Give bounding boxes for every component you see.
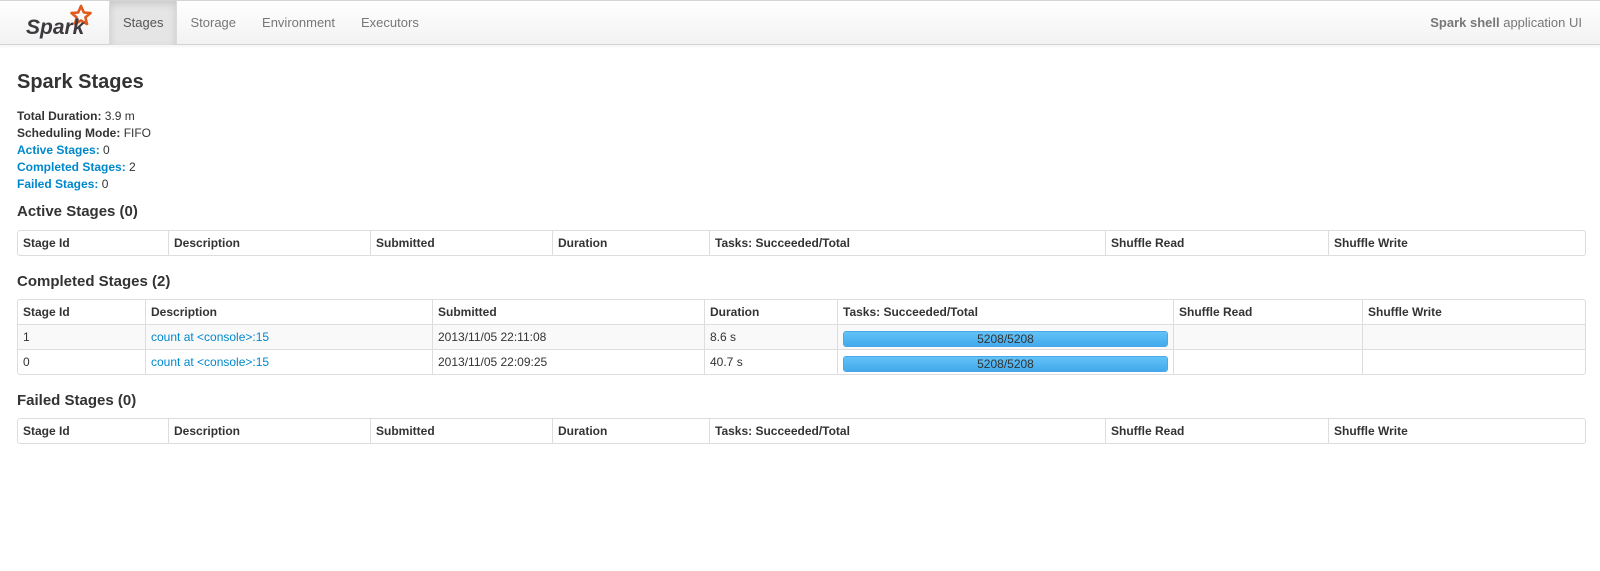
- tab-storage[interactable]: Storage: [177, 1, 249, 45]
- table-row: 1 count at <console>:15 2013/11/05 22:11…: [18, 324, 1585, 349]
- active-stages-link[interactable]: Active Stages:: [17, 143, 100, 157]
- summary-total-duration: Total Duration: 3.9 m: [17, 108, 1584, 125]
- tasks-progress-label: 5208/5208: [977, 357, 1034, 371]
- top-navbar: Spark Stages Storage Environment Executo…: [0, 0, 1600, 45]
- submitted-cell: 2013/11/05 22:11:08: [432, 324, 704, 349]
- completed-stages-link[interactable]: Completed Stages:: [17, 160, 126, 174]
- table-row: 0 count at <console>:15 2013/11/05 22:09…: [18, 349, 1585, 374]
- col-tasks[interactable]: Tasks: Succeeded/Total: [709, 419, 1105, 443]
- col-shuffle-write[interactable]: Shuffle Write: [1328, 231, 1585, 255]
- col-tasks[interactable]: Tasks: Succeeded/Total: [709, 231, 1105, 255]
- col-duration[interactable]: Duration: [552, 231, 709, 255]
- stage-id-cell: 1: [18, 324, 145, 349]
- stage-id-cell: 0: [18, 349, 145, 374]
- application-name: Spark shell application UI: [1430, 1, 1582, 45]
- duration-cell: 40.7 s: [704, 349, 837, 374]
- col-shuffle-read[interactable]: Shuffle Read: [1105, 231, 1328, 255]
- col-stage-id[interactable]: Stage Id: [18, 300, 145, 324]
- shuffle-read-cell: [1173, 324, 1362, 349]
- col-stage-id[interactable]: Stage Id: [18, 231, 168, 255]
- failed-stages-table: Stage Id Description Submitted Duration …: [17, 418, 1586, 444]
- active-stages-heading: Active Stages (0): [17, 203, 138, 220]
- stage-description-link[interactable]: count at <console>:15: [151, 330, 269, 344]
- completed-stages-heading: Completed Stages (2): [17, 273, 171, 290]
- brand-text: Spark: [26, 16, 86, 39]
- failed-table-header: Stage Id Description Submitted Duration …: [18, 419, 1585, 443]
- col-submitted[interactable]: Submitted: [370, 419, 552, 443]
- main-content: Spark Stages Total Duration: 3.9 m Sched…: [17, 45, 1586, 444]
- col-stage-id[interactable]: Stage Id: [18, 419, 168, 443]
- stage-description-link[interactable]: count at <console>:15: [151, 355, 269, 369]
- spark-logo-graphic: Spark: [26, 4, 92, 39]
- summary-list: Total Duration: 3.9 m Scheduling Mode: F…: [17, 108, 1584, 193]
- col-description[interactable]: Description: [145, 300, 432, 324]
- col-description[interactable]: Description: [168, 231, 370, 255]
- total-duration-value: 3.9 m: [104, 109, 135, 123]
- active-stages-value: 0: [103, 143, 110, 157]
- failed-stages-link[interactable]: Failed Stages:: [17, 177, 98, 191]
- failed-stages-heading: Failed Stages (0): [17, 392, 137, 409]
- scheduling-mode-value: FIFO: [123, 126, 152, 140]
- col-submitted[interactable]: Submitted: [432, 300, 704, 324]
- total-duration-label: Total Duration:: [17, 109, 102, 123]
- completed-table-header: Stage Id Description Submitted Duration …: [18, 300, 1585, 324]
- col-shuffle-write[interactable]: Shuffle Write: [1328, 419, 1585, 443]
- shuffle-write-cell: [1362, 324, 1585, 349]
- tasks-cell: 5208/5208: [837, 324, 1173, 349]
- app-name-bold: Spark shell: [1430, 15, 1500, 30]
- tab-environment[interactable]: Environment: [249, 1, 348, 45]
- tasks-progress-label: 5208/5208: [977, 332, 1034, 346]
- shuffle-write-cell: [1362, 349, 1585, 374]
- nav-tabs: Stages Storage Environment Executors: [109, 1, 432, 45]
- col-shuffle-read[interactable]: Shuffle Read: [1105, 419, 1328, 443]
- tasks-progress-bar: 5208/5208: [843, 331, 1168, 347]
- completed-stages-table: Stage Id Description Submitted Duration …: [17, 299, 1586, 375]
- submitted-cell: 2013/11/05 22:09:25: [432, 349, 704, 374]
- col-shuffle-write[interactable]: Shuffle Write: [1362, 300, 1585, 324]
- spark-logo[interactable]: Spark: [26, 3, 96, 43]
- col-duration[interactable]: Duration: [552, 419, 709, 443]
- duration-cell: 8.6 s: [704, 324, 837, 349]
- description-cell: count at <console>:15: [145, 324, 432, 349]
- tab-stages[interactable]: Stages: [109, 1, 178, 45]
- tasks-cell: 5208/5208: [837, 349, 1173, 374]
- failed-stages-value: 0: [101, 177, 109, 191]
- active-table-header: Stage Id Description Submitted Duration …: [18, 231, 1585, 255]
- col-duration[interactable]: Duration: [704, 300, 837, 324]
- scheduling-mode-label: Scheduling Mode:: [17, 126, 121, 140]
- col-tasks[interactable]: Tasks: Succeeded/Total: [837, 300, 1173, 324]
- completed-stages-value: 2: [129, 160, 136, 174]
- summary-active-stages: Active Stages: 0: [17, 142, 1584, 159]
- col-shuffle-read[interactable]: Shuffle Read: [1173, 300, 1362, 324]
- description-cell: count at <console>:15: [145, 349, 432, 374]
- col-submitted[interactable]: Submitted: [370, 231, 552, 255]
- tasks-progress-bar: 5208/5208: [843, 356, 1168, 372]
- shuffle-read-cell: [1173, 349, 1362, 374]
- page-title: Spark Stages: [17, 71, 144, 93]
- active-stages-table: Stage Id Description Submitted Duration …: [17, 230, 1586, 256]
- col-description[interactable]: Description: [168, 419, 370, 443]
- summary-scheduling-mode: Scheduling Mode: FIFO: [17, 125, 1584, 142]
- summary-completed-stages: Completed Stages: 2: [17, 159, 1584, 176]
- tab-executors[interactable]: Executors: [348, 1, 432, 45]
- summary-failed-stages: Failed Stages: 0: [17, 176, 1584, 193]
- app-name-suffix: application UI: [1499, 15, 1582, 30]
